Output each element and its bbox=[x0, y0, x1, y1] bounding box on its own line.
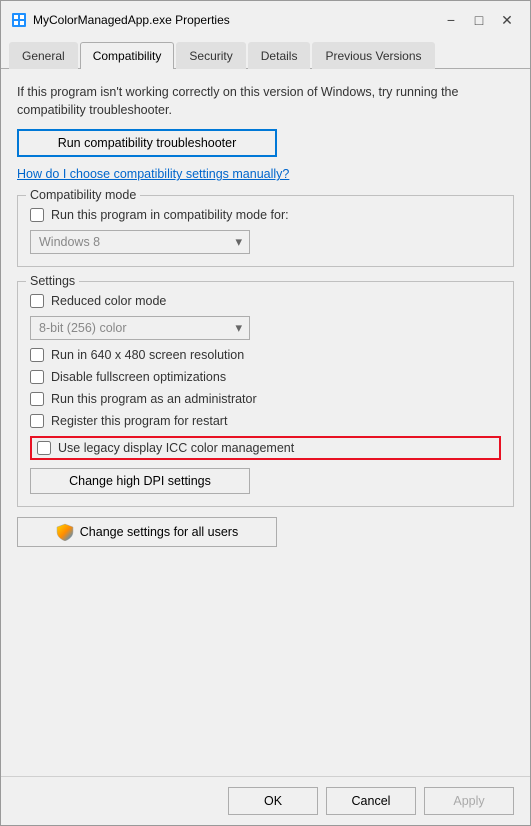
troubleshooter-button[interactable]: Run compatibility troubleshooter bbox=[17, 129, 277, 157]
window-icon bbox=[11, 12, 27, 28]
title-bar-controls: − □ ✕ bbox=[438, 9, 520, 31]
disable-fullscreen-row[interactable]: Disable fullscreen optimizations bbox=[30, 370, 501, 384]
settings-group: Settings Reduced color mode 8-bit (256) … bbox=[17, 281, 514, 507]
title-bar: MyColorManagedApp.exe Properties − □ ✕ bbox=[1, 1, 530, 37]
disable-fullscreen-label: Disable fullscreen optimizations bbox=[51, 370, 226, 384]
title-bar-left: MyColorManagedApp.exe Properties bbox=[11, 12, 230, 28]
tab-details[interactable]: Details bbox=[248, 42, 311, 69]
shield-icon bbox=[56, 523, 74, 541]
change-all-btn-wrapper: Change settings for all users bbox=[17, 517, 514, 547]
reduced-color-label: Reduced color mode bbox=[51, 294, 166, 308]
run-admin-checkbox[interactable] bbox=[30, 392, 44, 406]
settings-group-content: Reduced color mode 8-bit (256) color 16-… bbox=[30, 294, 501, 494]
compat-mode-content: Run this program in compatibility mode f… bbox=[30, 208, 501, 254]
tab-bar: General Compatibility Security Details P… bbox=[1, 37, 530, 69]
tab-security[interactable]: Security bbox=[176, 42, 245, 69]
disable-fullscreen-checkbox[interactable] bbox=[30, 370, 44, 384]
compat-mode-checkbox[interactable] bbox=[30, 208, 44, 222]
tab-compatibility[interactable]: Compatibility bbox=[80, 42, 175, 69]
run-640-checkbox[interactable] bbox=[30, 348, 44, 362]
color-dropdown-wrapper: 8-bit (256) color 16-bit color bbox=[30, 316, 250, 340]
maximize-button[interactable]: □ bbox=[466, 9, 492, 31]
minimize-button[interactable]: − bbox=[438, 9, 464, 31]
properties-window: MyColorManagedApp.exe Properties − □ ✕ G… bbox=[0, 0, 531, 826]
apply-button[interactable]: Apply bbox=[424, 787, 514, 815]
legacy-icc-row[interactable]: Use legacy display ICC color management bbox=[30, 436, 501, 460]
close-button[interactable]: ✕ bbox=[494, 9, 520, 31]
compat-dropdown[interactable]: Windows 8 Windows 7 Windows Vista Window… bbox=[30, 230, 250, 254]
tab-general[interactable]: General bbox=[9, 42, 78, 69]
ok-button[interactable]: OK bbox=[228, 787, 318, 815]
change-all-button[interactable]: Change settings for all users bbox=[17, 517, 277, 547]
compat-mode-label: Compatibility mode bbox=[26, 188, 140, 202]
run-640-row[interactable]: Run in 640 x 480 screen resolution bbox=[30, 348, 501, 362]
cancel-button[interactable]: Cancel bbox=[326, 787, 416, 815]
settings-group-label: Settings bbox=[26, 274, 79, 288]
change-all-label: Change settings for all users bbox=[80, 525, 238, 539]
compat-dropdown-wrapper: Windows 8 Windows 7 Windows Vista Window… bbox=[30, 230, 250, 254]
reduced-color-checkbox[interactable] bbox=[30, 294, 44, 308]
run-640-label: Run in 640 x 480 screen resolution bbox=[51, 348, 244, 362]
legacy-icc-label: Use legacy display ICC color management bbox=[58, 441, 294, 455]
compat-mode-group: Compatibility mode Run this program in c… bbox=[17, 195, 514, 267]
register-restart-row[interactable]: Register this program for restart bbox=[30, 414, 501, 428]
compat-mode-checkbox-label: Run this program in compatibility mode f… bbox=[51, 208, 289, 222]
register-restart-label: Register this program for restart bbox=[51, 414, 227, 428]
change-dpi-btn-wrapper: Change high DPI settings bbox=[30, 468, 501, 494]
info-text: If this program isn't working correctly … bbox=[17, 83, 514, 119]
run-admin-label: Run this program as an administrator bbox=[51, 392, 257, 406]
register-restart-checkbox[interactable] bbox=[30, 414, 44, 428]
legacy-icc-checkbox[interactable] bbox=[37, 441, 51, 455]
reduced-color-row[interactable]: Reduced color mode bbox=[30, 294, 501, 308]
tab-previous-versions[interactable]: Previous Versions bbox=[312, 42, 434, 69]
color-dropdown[interactable]: 8-bit (256) color 16-bit color bbox=[30, 316, 250, 340]
change-dpi-button[interactable]: Change high DPI settings bbox=[30, 468, 250, 494]
run-admin-row[interactable]: Run this program as an administrator bbox=[30, 392, 501, 406]
troubleshooter-btn-wrapper: Run compatibility troubleshooter bbox=[17, 129, 514, 157]
tab-content: If this program isn't working correctly … bbox=[1, 69, 530, 776]
compat-mode-checkbox-row[interactable]: Run this program in compatibility mode f… bbox=[30, 208, 501, 222]
help-link[interactable]: How do I choose compatibility settings m… bbox=[17, 167, 514, 181]
bottom-bar: OK Cancel Apply bbox=[1, 776, 530, 825]
window-title: MyColorManagedApp.exe Properties bbox=[33, 13, 230, 27]
